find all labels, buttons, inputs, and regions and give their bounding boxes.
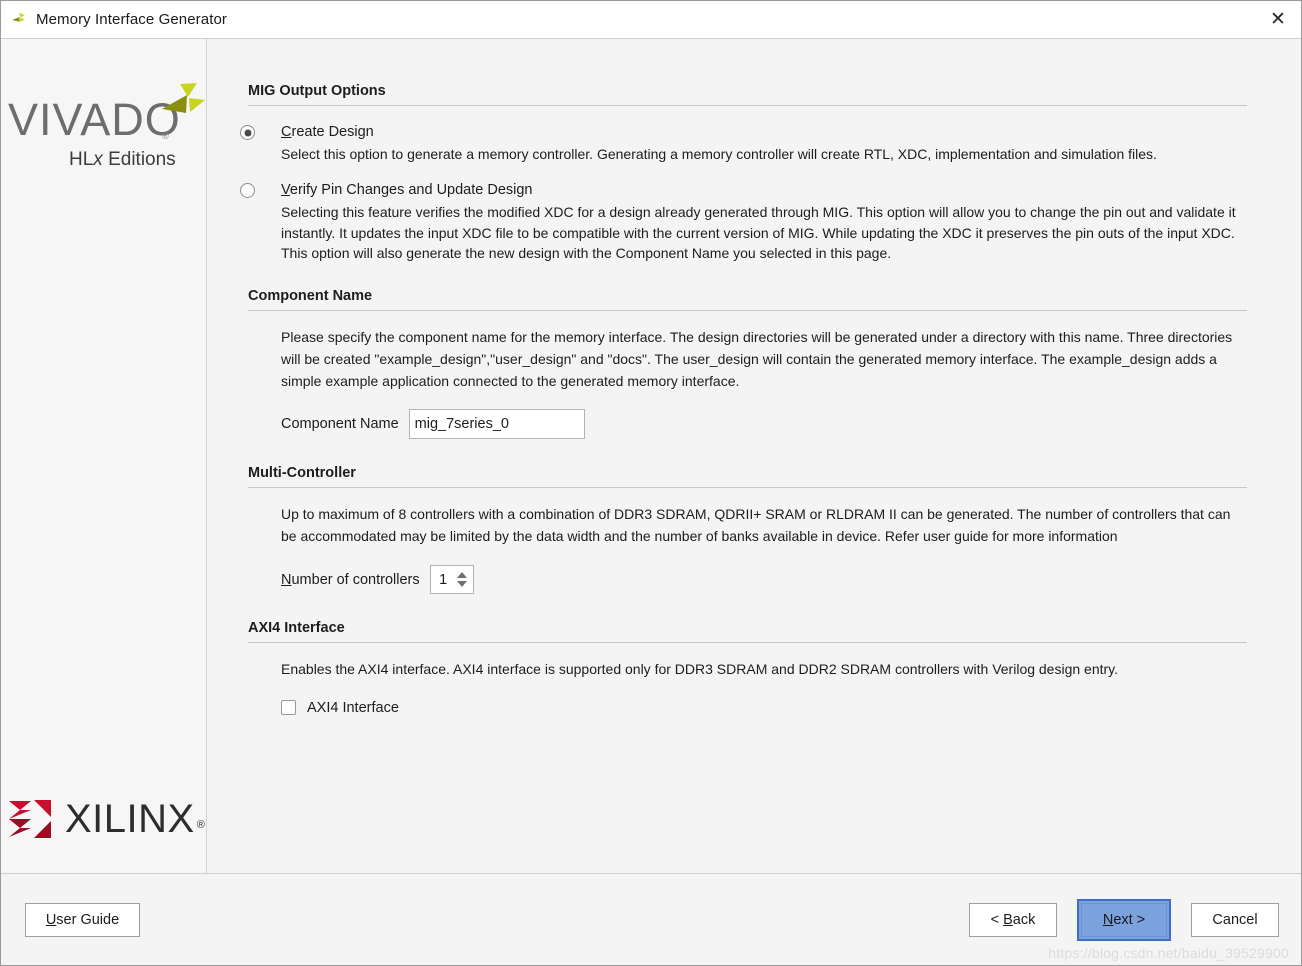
- checkbox-label-axi4-interface: AXI4 Interface: [307, 699, 399, 716]
- close-icon[interactable]: ✕: [1255, 1, 1301, 38]
- axi4-interface-checkbox-row[interactable]: AXI4 Interface: [207, 700, 1301, 716]
- section-title-component-name: Component Name: [248, 288, 373, 304]
- number-of-controllers-value[interactable]: 1: [431, 566, 454, 593]
- number-of-controllers-label: Number of controllers: [281, 571, 420, 588]
- section-mig-output-options: MIG Output Options Create Design Select …: [207, 39, 1301, 264]
- chevron-up-icon[interactable]: [456, 572, 467, 579]
- axi4-interface-description: Enables the AXI4 interface. AXI4 interfa…: [281, 661, 1119, 678]
- next-button-focus-ring: Next >: [1077, 898, 1171, 941]
- section-title-mig-output-options: MIG Output Options: [248, 83, 386, 99]
- watermark-text: https://blog.csdn.net/baidu_39529900: [1048, 945, 1289, 961]
- component-name-input[interactable]: [408, 409, 585, 440]
- radio-verify-pin-changes[interactable]: [240, 183, 255, 199]
- number-of-controllers-row: Number of controllers 1: [207, 565, 1301, 595]
- vivado-registered-mark: ®: [162, 131, 169, 141]
- vivado-leaf-icon: [10, 11, 28, 29]
- section-axi4-interface: AXI4 Interface Enables the AXI4 interfac…: [207, 594, 1301, 716]
- dialog-footer: User Guide < Back Next > Cancel https://…: [1, 873, 1301, 965]
- xilinx-logo: XILINX ®: [7, 793, 206, 845]
- component-name-description: Please specify the component name for th…: [281, 329, 1233, 389]
- section-title-axi4-interface: AXI4 Interface: [248, 620, 345, 637]
- cancel-button[interactable]: Cancel: [1191, 902, 1279, 937]
- radio-option-verify-pin-changes[interactable]: Verify Pin Changes and Update Design Sel…: [207, 181, 1301, 264]
- number-of-controllers-stepper[interactable]: 1: [429, 565, 474, 595]
- radio-option-create-design[interactable]: Create Design Select this option to gene…: [207, 123, 1301, 164]
- next-button[interactable]: Next >: [1081, 902, 1167, 937]
- option-verify-pin-changes-body: Verify Pin Changes and Update Design Sel…: [281, 181, 1241, 264]
- vivado-logo: VIVADO ® HLx Editions: [6, 81, 205, 186]
- dialog-body: VIVADO ® HLx Editions XILINX ® MIG Outpu…: [1, 39, 1301, 873]
- branding-sidebar: VIVADO ® HLx Editions XILINX ®: [1, 39, 207, 873]
- radio-label-verify-pin-changes: Verify Pin Changes and Update Design: [281, 182, 533, 199]
- section-multi-controller: Multi-Controller Up to maximum of 8 cont…: [207, 439, 1301, 595]
- options-content-pane: MIG Output Options Create Design Select …: [207, 39, 1301, 873]
- radio-create-design[interactable]: [240, 125, 255, 140]
- radio-description-create-design: Select this option to generate a memory …: [281, 145, 1157, 162]
- chevron-down-icon[interactable]: [456, 581, 467, 588]
- component-name-field-row: Component Name: [207, 409, 1301, 440]
- user-guide-button[interactable]: User Guide: [25, 902, 140, 937]
- section-component-name: Component Name Please specify the compon…: [207, 264, 1301, 440]
- vivado-edition-label: HLx Editions: [69, 149, 176, 170]
- title-bar: Memory Interface Generator ✕: [1, 1, 1301, 39]
- window-title: Memory Interface Generator: [36, 11, 228, 28]
- xilinx-wordmark: XILINX ®: [65, 797, 206, 841]
- xilinx-mark-icon: [7, 797, 53, 841]
- back-button[interactable]: < Back: [969, 902, 1057, 937]
- radio-label-create-design: Create Design: [281, 124, 374, 140]
- vivado-leaf-mark-icon: [158, 81, 206, 127]
- option-create-design-body: Create Design Select this option to gene…: [281, 123, 1241, 164]
- section-title-multi-controller: Multi-Controller: [248, 465, 356, 482]
- radio-description-verify-pin-changes: Selecting this feature verifies the modi…: [281, 203, 1236, 262]
- mig-dialog-window: Memory Interface Generator ✕ VIVADO ® HL…: [0, 0, 1302, 966]
- vivado-wordmark: VIVADO: [8, 94, 181, 145]
- multi-controller-description: Up to maximum of 8 controllers with a co…: [281, 506, 1231, 545]
- stepper-arrows: [454, 566, 473, 593]
- checkbox-axi4-interface[interactable]: [281, 700, 296, 716]
- component-name-label: Component Name: [281, 416, 399, 433]
